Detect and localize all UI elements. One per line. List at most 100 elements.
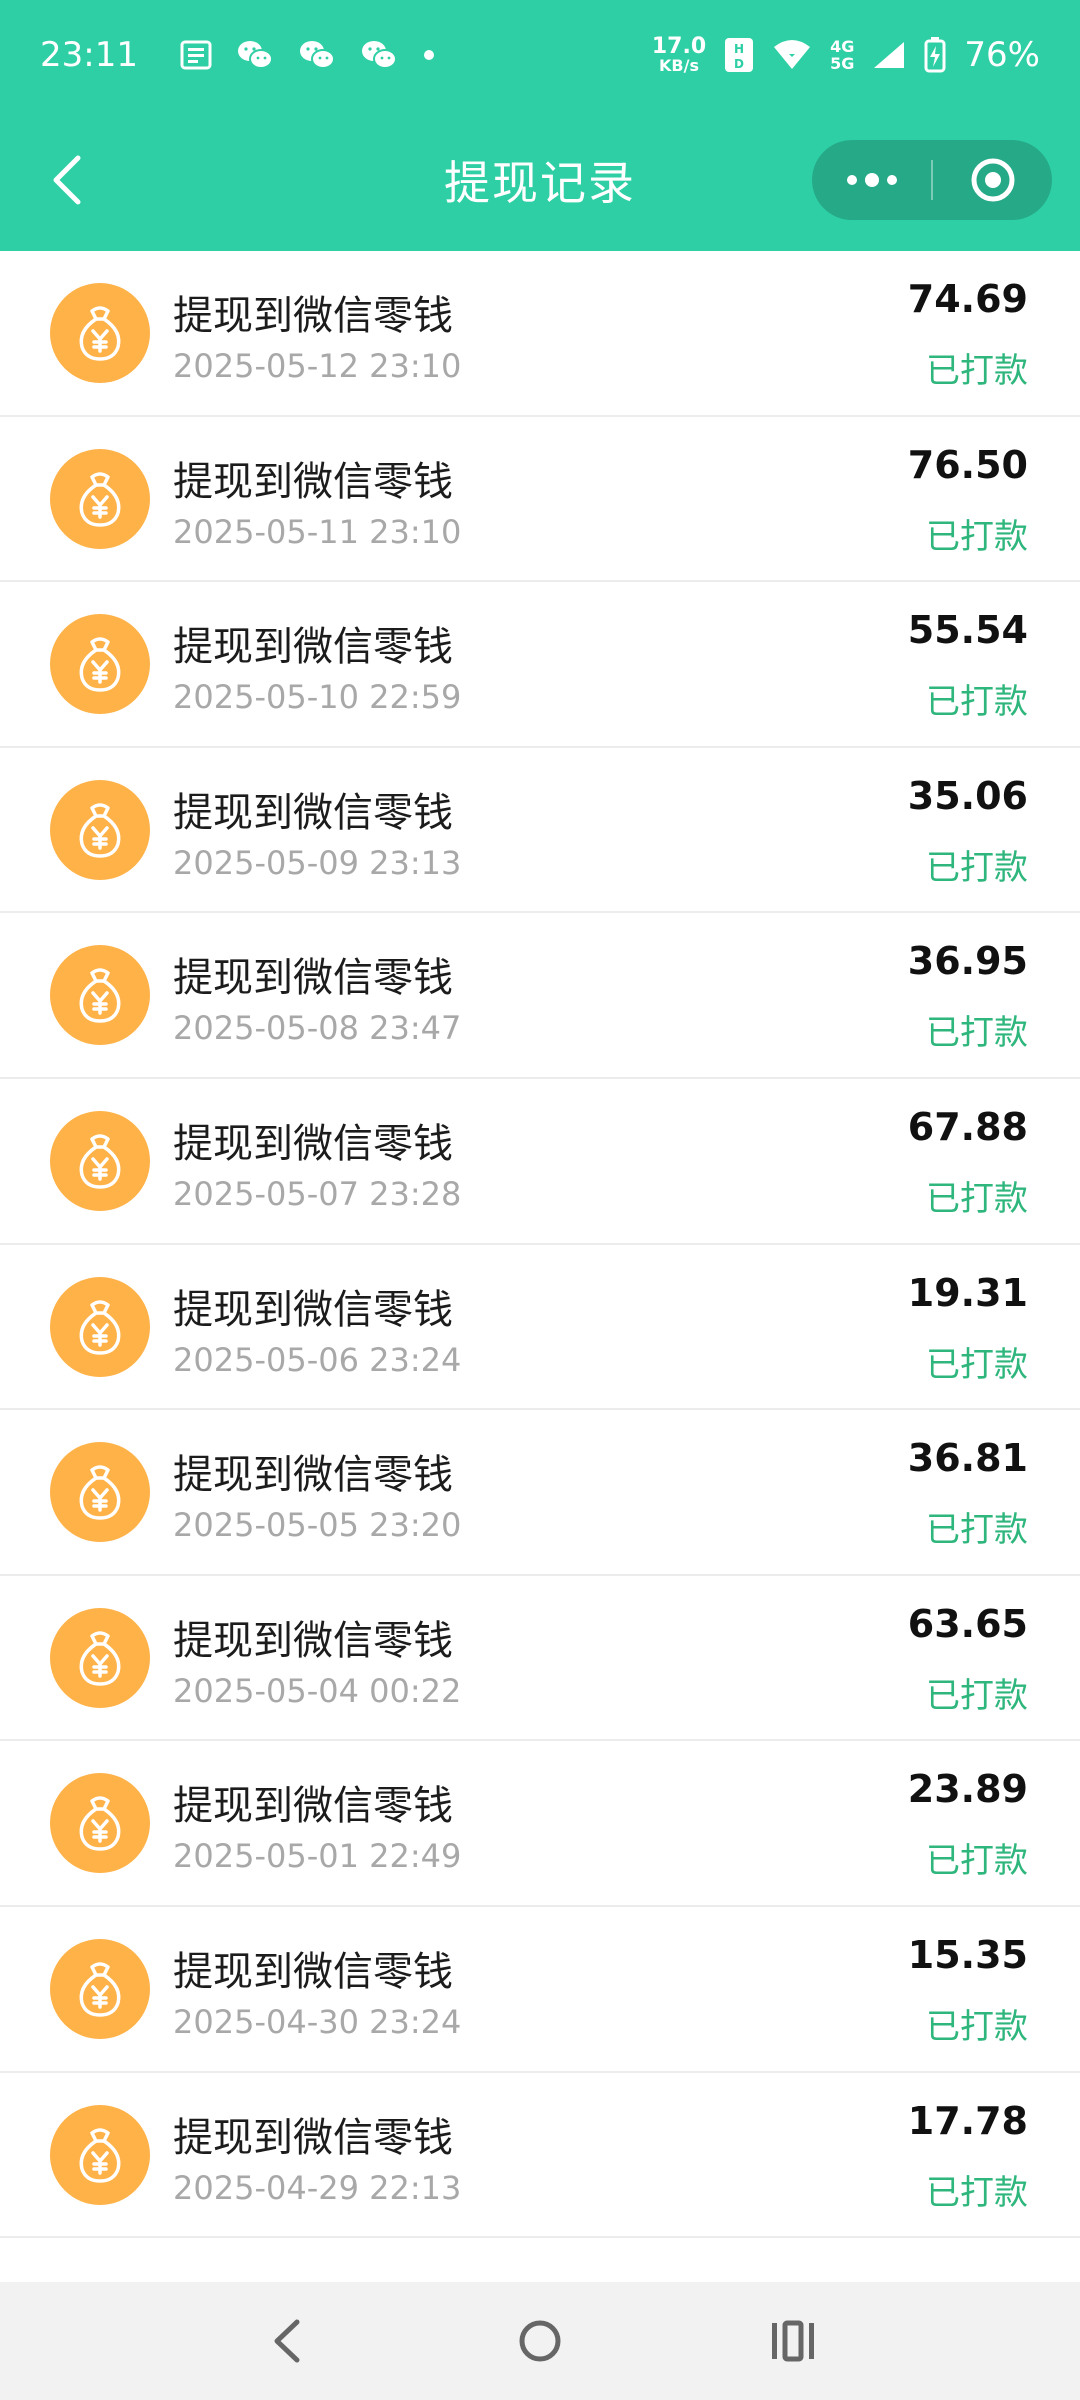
recents-icon [772,2320,815,2362]
record-status: 已打款 [926,847,1028,888]
record-title: 提现到微信零钱 [173,293,453,339]
status-left: 23:11 [40,35,436,75]
record-date: 2025-05-11 23:10 [173,512,462,551]
system-home-button[interactable] [500,2301,580,2381]
record-amount: 74.69 [907,277,1028,321]
svg-text:H: H [734,42,744,56]
record-title: 提现到微信零钱 [173,1783,453,1830]
record-date: 2025-05-12 23:10 [173,347,462,385]
signal-icon [872,40,906,70]
record-row[interactable]: 提现到微信零钱 2025-05-06 23:24 19.31 已打款 [0,1244,1080,1411]
record-title: 提现到微信零钱 [173,1120,453,1167]
record-status: 已打款 [926,516,1028,557]
record-status: 已打款 [926,1178,1028,1219]
home-circle-icon [519,2320,561,2362]
record-row[interactable]: 提现到微信零钱 2025-05-01 22:49 23.89 已打款 [0,1741,1080,1907]
wechat-icon [360,39,398,71]
money-bag-icon [50,1276,150,1377]
close-mini-program-button[interactable] [933,140,1052,220]
record-status: 已打款 [926,1841,1028,1882]
record-status: 已打款 [926,351,1028,391]
record-status: 已打款 [926,1013,1028,1054]
hd-icon: HD [724,37,754,73]
record-amount: 23.89 [907,1767,1028,1812]
more-dots-icon [846,173,897,187]
status-time: 23:11 [40,35,138,75]
record-row[interactable]: 提现到微信零钱 2025-04-29 22:13 17.78 已打款 [0,2072,1080,2239]
record-date: 2025-05-08 23:47 [173,1009,462,1048]
record-amount: 63.65 [907,1601,1028,1646]
status-bar: 23:11 17.0 KB/s H D 4G 5G 76% [0,0,1080,110]
record-title: 提现到微信零钱 [173,458,453,505]
money-bag-icon [50,945,150,1046]
system-navigation-bar [0,2282,1080,2400]
record-date: 2025-04-29 22:13 [173,2168,462,2207]
back-triangle-icon [274,2319,300,2363]
system-back-button[interactable] [247,2301,327,2381]
network-type: 4G 5G [830,38,854,72]
system-recents-button[interactable] [753,2301,833,2381]
header: 23:11 17.0 KB/s H D 4G 5G 76% 提现记录 [0,0,1080,251]
record-amount: 76.50 [907,442,1028,487]
record-title: 提现到微信零钱 [173,789,453,836]
wifi-icon [772,39,812,71]
more-button[interactable] [812,140,931,220]
record-row[interactable]: 提现到微信零钱 2025-05-08 23:47 36.95 已打款 [0,913,1080,1079]
record-date: 2025-05-10 22:59 [173,678,462,717]
record-status: 已打款 [926,1675,1028,1716]
record-title: 提现到微信零钱 [173,1617,453,1664]
record-row[interactable]: 提现到微信零钱 2025-05-10 22:59 55.54 已打款 [0,582,1080,748]
record-date: 2025-05-05 23:20 [173,1506,462,1545]
battery-charging-icon [924,37,946,73]
record-amount: 35.06 [907,773,1028,818]
mini-program-capsule [812,140,1052,220]
nav-bar: 提现记录 [0,130,1080,230]
money-bag-icon [50,283,150,383]
money-bag-icon [50,1442,150,1543]
network-speed-unit: KB/s [659,56,699,75]
record-status: 已打款 [926,1344,1028,1385]
record-row[interactable]: 提现到微信零钱 2025-05-04 00:22 63.65 已打款 [0,1575,1080,1742]
money-bag-icon [50,1938,150,2039]
record-row[interactable]: 提现到微信零钱 2025-05-09 23:13 35.06 已打款 [0,747,1080,914]
record-row[interactable]: 提现到微信零钱 2025-04-30 23:24 15.35 已打款 [0,1906,1080,2073]
record-date: 2025-05-06 23:24 [173,1340,462,1379]
money-bag-icon [50,1773,150,1874]
record-row[interactable]: 提现到微信零钱 2025-05-07 23:28 67.88 已打款 [0,1078,1080,1245]
network-speed: 17.0 KB/s [652,36,706,74]
target-close-icon [971,158,1014,202]
record-date: 2025-05-04 00:22 [173,1671,462,1710]
more-notifications-dot-icon [422,48,436,62]
record-title: 提现到微信零钱 [173,955,453,1002]
screen: 23:11 17.0 KB/s H D 4G 5G 76% 提现记录 提现到微信… [0,0,1080,2400]
record-amount: 36.95 [907,939,1028,984]
record-amount: 19.31 [907,1270,1028,1315]
notification-doc-icon [180,40,212,70]
record-amount: 15.35 [907,1932,1028,1977]
record-title: 提现到微信零钱 [173,1452,453,1499]
money-bag-icon [50,614,150,715]
money-bag-icon [50,2104,150,2205]
record-status: 已打款 [926,2006,1028,2047]
money-bag-icon [50,1607,150,1708]
record-date: 2025-05-09 23:13 [173,843,462,882]
record-amount: 55.54 [907,608,1028,653]
money-bag-icon [50,779,150,880]
money-bag-icon [50,448,150,549]
wechat-icon [236,39,274,71]
withdrawal-records-list: 提现到微信零钱 2025-05-12 23:10 74.69 已打款 提现到微信零钱 20… [0,251,1080,2239]
record-status: 已打款 [926,1510,1028,1551]
record-row[interactable]: 提现到微信零钱 2025-05-12 23:10 74.69 已打款 [0,251,1080,417]
record-row[interactable]: 提现到微信零钱 2025-05-05 23:20 36.81 已打款 [0,1410,1080,1576]
money-bag-icon [50,1110,150,1211]
svg-text:D: D [734,57,744,71]
network-5g-label: 5G [830,54,855,73]
record-amount: 17.78 [907,2098,1028,2143]
record-status: 已打款 [926,2172,1028,2213]
record-title: 提现到微信零钱 [173,1286,453,1333]
record-row[interactable]: 提现到微信零钱 2025-05-11 23:10 76.50 已打款 [0,416,1080,583]
record-amount: 36.81 [907,1436,1028,1481]
record-title: 提现到微信零钱 [173,1948,453,1995]
record-status: 已打款 [926,682,1028,723]
record-date: 2025-05-07 23:28 [173,1174,462,1213]
